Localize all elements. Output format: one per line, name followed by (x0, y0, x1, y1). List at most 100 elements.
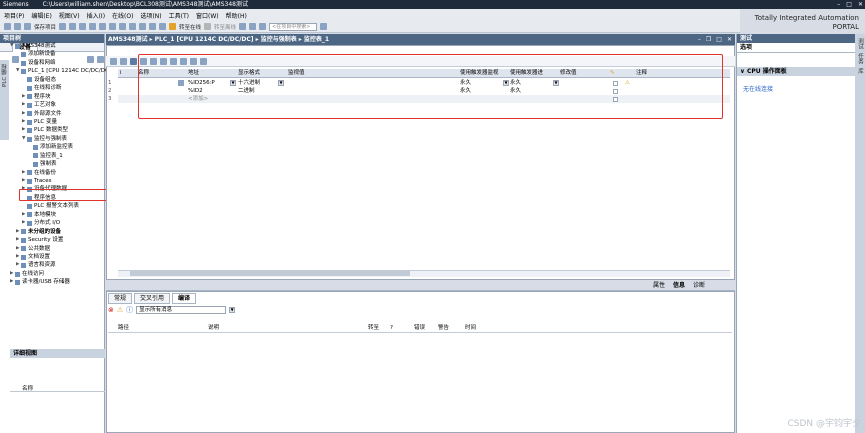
tree-item[interactable]: ▼ 监控与强制表 (10, 135, 105, 143)
tree-item-label: Traces (34, 178, 52, 184)
split-editor-icon[interactable] (249, 23, 257, 30)
tree-item[interactable]: ▶ Traces (10, 177, 105, 185)
side-tab-libraries[interactable]: 库 (856, 68, 864, 74)
go-offline-button[interactable]: 转至离线 (214, 23, 236, 31)
go-online-icon[interactable] (169, 23, 177, 30)
tree-item[interactable]: ▼ PLC_1 [CPU 1214C DC/DC/DC] (10, 67, 111, 75)
simulation-icon[interactable] (159, 23, 167, 30)
tree-item[interactable]: 强制表 (10, 160, 105, 168)
row-number: 3 (108, 96, 112, 102)
menu-window[interactable]: 窗口(W) (196, 11, 219, 20)
tree-item[interactable]: 设备组态 (10, 76, 105, 84)
restore-icon[interactable]: ❐ (706, 34, 711, 45)
scrollbar-thumb[interactable] (130, 271, 410, 276)
chevron-down-icon[interactable]: ▼ (229, 307, 236, 313)
error-icon[interactable]: ⊗ (108, 306, 114, 314)
tree-item[interactable]: 添加新设备 (10, 50, 105, 58)
tree-node-icon (27, 212, 32, 218)
tree-item[interactable]: ▶ Security 设置 (10, 236, 105, 244)
menu-help[interactable]: 帮助(H) (226, 11, 247, 20)
save-icon[interactable] (24, 23, 31, 30)
menu-options[interactable]: 选项(N) (140, 11, 161, 20)
go-online-button[interactable]: 转至在线 (179, 23, 201, 31)
tree-item[interactable]: ▶ 分布式 I/O (10, 219, 105, 227)
col-goto[interactable]: 转至 (368, 324, 379, 333)
col-time[interactable]: 时间 (465, 324, 476, 333)
tab-general[interactable]: 常规 (108, 293, 133, 304)
upload-icon[interactable] (149, 23, 157, 30)
save-project-button[interactable]: 保存项目 (34, 23, 56, 31)
col-description[interactable]: 说明 (208, 324, 219, 333)
tree-item[interactable]: ▶ 文档设置 (10, 253, 105, 261)
tab-info[interactable]: 信息 (673, 281, 685, 291)
insert-row-icon[interactable] (110, 57, 117, 65)
tree-item[interactable]: ▶ 未分组的设备 (10, 228, 105, 236)
tree-item[interactable]: 在线和诊断 (10, 84, 105, 92)
tab-properties[interactable]: 属性 (653, 281, 665, 291)
tree-item[interactable]: ▶ 在线访问 (10, 270, 105, 278)
tree-item[interactable]: ▶ 读卡器/USB 存储器 (10, 278, 105, 286)
no-online-connection-link[interactable]: 无在线连接 (737, 84, 855, 93)
menu-tools[interactable]: 工具(T) (169, 11, 189, 20)
col-help[interactable]: ? (390, 324, 393, 333)
redo-icon[interactable] (119, 23, 127, 30)
close-icon[interactable]: ✕ (727, 34, 732, 45)
tree-item[interactable]: ▶ 工艺对象 (10, 101, 105, 109)
menu-view[interactable]: 视图(V) (59, 11, 80, 20)
maximize-icon[interactable]: □ (846, 0, 852, 9)
col-warnings[interactable]: 警告 (438, 324, 449, 333)
tree-item[interactable]: PLC 报警文本列表 (10, 202, 105, 210)
tree-item[interactable]: 添加新监控表 (10, 143, 105, 151)
menu-online[interactable]: 在线(O) (112, 11, 133, 20)
tab-cross-reference[interactable]: 交叉引用 (134, 293, 171, 304)
menu-edit[interactable]: 编辑(E) (31, 11, 51, 20)
tree-item[interactable]: 监控表_1 (10, 152, 105, 160)
accessible-devices-icon[interactable] (239, 23, 247, 30)
maximize-icon[interactable]: □ (716, 34, 722, 45)
col-errors[interactable]: 错误 (414, 324, 425, 333)
tree-item[interactable]: ▶ 程序块 (10, 93, 105, 101)
tree-item[interactable]: ▶ 外部源文件 (10, 110, 105, 118)
tree-item[interactable]: ▶ 在线备份 (10, 169, 105, 177)
side-tab-tasks[interactable]: 任务 (856, 53, 864, 64)
detail-view-header[interactable]: 详细视图 (10, 349, 105, 358)
minimize-icon[interactable]: – (698, 34, 701, 45)
monitor-all-icon[interactable] (130, 57, 137, 65)
tree-item[interactable]: 设备和网络 (10, 59, 105, 67)
cut-icon[interactable] (69, 23, 77, 30)
add-row-icon[interactable] (120, 57, 127, 65)
undo-icon[interactable] (109, 23, 117, 30)
copy-icon[interactable] (79, 23, 87, 30)
tree-item[interactable]: ▶ 本地模块 (10, 211, 105, 219)
plc-programming-side-tab[interactable]: PLC 编程 (0, 60, 9, 140)
paste-icon[interactable] (89, 23, 97, 30)
tree-item[interactable]: ▶ PLC 变量 (10, 118, 105, 126)
tree-node-icon (21, 263, 26, 269)
tab-compile[interactable]: 编译 (172, 293, 197, 304)
new-project-icon[interactable] (4, 23, 11, 30)
side-tab-test[interactable]: 测试 (856, 38, 864, 49)
print-icon[interactable] (59, 23, 67, 30)
delete-icon[interactable] (99, 23, 107, 30)
go-offline-icon[interactable] (204, 23, 212, 30)
info-icon[interactable]: ⓘ (126, 305, 133, 315)
tree-item[interactable]: ▶ 语言和资源 (10, 261, 105, 269)
tree-item[interactable]: ▶ PLC 数据类型 (10, 126, 105, 134)
tree-item[interactable]: ▶ 公共数据 (10, 245, 105, 253)
split-editor-vertical-icon[interactable] (259, 23, 267, 30)
download-icon[interactable] (139, 23, 147, 30)
message-filter-select[interactable]: 显示所有消息 (136, 306, 227, 314)
search-input[interactable]: <在项目中搜索> (269, 22, 318, 31)
compile-icon[interactable] (129, 23, 137, 30)
close-icon[interactable]: ✕ (858, 0, 863, 9)
search-icon[interactable] (320, 23, 328, 30)
open-project-icon[interactable] (14, 23, 21, 30)
warning-icon[interactable]: ⚠ (117, 306, 123, 314)
cpu-panel-header[interactable]: ∨ CPU 操作面板 (737, 67, 855, 76)
tree-item[interactable]: ▼ AMS348测试 (10, 42, 105, 50)
col-path[interactable]: 路径 (118, 324, 129, 333)
tab-diagnostics[interactable]: 诊断 (693, 281, 705, 291)
minimize-icon[interactable]: – (837, 0, 840, 9)
menu-project[interactable]: 项目(P) (4, 11, 24, 20)
menu-insert[interactable]: 插入(I) (87, 11, 105, 20)
